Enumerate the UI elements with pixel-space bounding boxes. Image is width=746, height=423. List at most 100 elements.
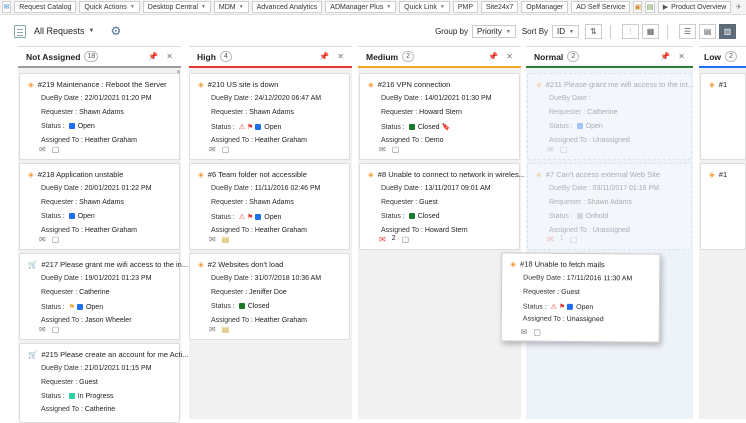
desktop-central-button[interactable]: Desktop Central ▼ (142, 1, 211, 13)
group-by-select[interactable]: Priority ▼ (471, 25, 516, 38)
note-icon[interactable]: ▢ (560, 145, 568, 154)
request-title[interactable]: #18 Unable to fetch mails (520, 259, 605, 269)
pin-icon[interactable]: 📌 (148, 52, 158, 61)
pmp-button[interactable]: PMP (452, 1, 478, 13)
grid-layout-button[interactable]: ▤ (699, 24, 716, 39)
mail-icon[interactable]: ✉ (379, 235, 386, 244)
chevron-down-icon: ▼ (505, 28, 511, 35)
request-title[interactable]: #2 Websites don't load (208, 260, 284, 269)
note-icon[interactable]: ▢ (533, 328, 541, 337)
request-card-18-dragging[interactable]: ◈ #18 Unable to fetch mails DueBy Date : … (500, 252, 661, 343)
request-card-211[interactable]: ◈ #211 Please grant me wifi access to the… (527, 73, 694, 160)
mail-icon[interactable]: ✉ (547, 235, 554, 244)
mail-icon[interactable]: ✉ (39, 325, 46, 334)
assigned-value: Demo (424, 137, 444, 144)
close-icon[interactable]: ✕ (506, 52, 513, 61)
opmanager-button[interactable]: OpManager (521, 1, 569, 13)
requester-label: Requester : (41, 199, 80, 206)
quick-link-button[interactable]: Quick Link ▼ (399, 1, 450, 13)
request-title[interactable]: #211 Please grant me wifi access to the … (546, 80, 694, 89)
pin-icon[interactable]: 📌 (488, 52, 498, 61)
requester-label: Requester : (41, 379, 80, 386)
request-card-216[interactable]: ◈ #216 VPN connection DueBy Date : 14/01/… (359, 73, 520, 160)
chevron-down-icon[interactable]: ▼ (89, 28, 95, 34)
mail-icon[interactable]: ✉ (521, 327, 528, 336)
mail-count: 1 (559, 235, 564, 242)
close-icon[interactable]: ✕ (166, 52, 173, 61)
status-label: Status : (381, 213, 407, 220)
quick-actions-button[interactable]: Quick Actions ▼ (79, 1, 140, 13)
ticket-icon: ◈ (28, 80, 34, 89)
pin-icon[interactable]: 📌 (319, 52, 329, 61)
request-title[interactable]: #7 Can't access external Web Site (546, 170, 660, 179)
note-icon[interactable]: ▤ (222, 235, 230, 244)
close-icon[interactable]: ✕ (337, 52, 344, 61)
sort-by-select[interactable]: ID ▼ (552, 25, 579, 38)
request-title[interactable]: #218 Application unstable (38, 170, 124, 179)
mail-icon[interactable]: ✉ (39, 235, 46, 244)
kanban-settings-icon[interactable]: ⚙ (110, 24, 121, 38)
announcement-icon[interactable]: ✈ (734, 1, 743, 13)
product-overview-button[interactable]: ▶ Product Overview (657, 1, 732, 13)
close-icon[interactable]: ✕ (678, 52, 685, 61)
column-settings-icon[interactable]: ▦ (642, 24, 659, 39)
mail-icon[interactable]: ✉ (39, 145, 46, 154)
note-icon[interactable]: ▢ (52, 145, 60, 154)
request-title[interactable]: #8 Unable to connect to network in wirel… (378, 170, 525, 179)
sort-order-button[interactable]: ⇅ (585, 24, 602, 39)
request-title[interactable]: #217 Please grant me wifi access to the … (41, 260, 188, 269)
note-icon[interactable]: ▢ (222, 145, 230, 154)
request-title[interactable]: #215 Please create an account for me Act… (41, 350, 188, 359)
image-icon[interactable]: ▤ (645, 1, 655, 13)
advanced-analytics-button[interactable]: Advanced Analytics (251, 1, 323, 13)
request-card-6[interactable]: ◈ #6 Team folder not accessible DueBy Dat… (189, 163, 350, 250)
admanager-plus-label: ADManager Plus (330, 3, 384, 11)
mail-icon[interactable]: ✉ (379, 145, 386, 154)
request-title[interactable]: #6 Team folder not accessible (208, 170, 307, 179)
mail-icon[interactable]: ✉ (209, 145, 216, 154)
kanban-layout-button[interactable]: ▥ (719, 24, 736, 39)
request-title[interactable]: #1 (719, 170, 727, 179)
filter-settings-icon[interactable]: ⫶ (622, 24, 639, 39)
request-card-215[interactable]: 🛒 #215 Please create an account for me Ac… (19, 343, 189, 423)
list-view-icon[interactable] (14, 24, 26, 38)
admanager-plus-button[interactable]: ADManager Plus ▼ (325, 1, 397, 13)
mdm-button[interactable]: MDM ▼ (213, 1, 249, 13)
request-card-8[interactable]: ◈ #8 Unable to connect to network in wire… (359, 163, 525, 250)
ad-self-service-button[interactable]: AD Self Service (571, 1, 631, 13)
requester-label: Requester : (211, 199, 250, 206)
request-card-210[interactable]: ◈ #210 US site is down DueBy Date : 24/12… (189, 73, 350, 160)
filter-dropdown[interactable]: All Requests (34, 26, 85, 36)
request-card-7[interactable]: ◈ #7 Can't access external Web Site DueBy… (527, 163, 692, 250)
note-icon[interactable]: ▢ (570, 235, 578, 244)
note-icon[interactable]: ▢ (392, 145, 400, 154)
pin-icon[interactable]: 📌 (660, 52, 670, 61)
request-title[interactable]: #1 (719, 80, 727, 89)
request-card-217[interactable]: 🛒 #217 Please grant me wifi access to the… (19, 253, 188, 340)
request-title[interactable]: #216 VPN connection (378, 80, 451, 89)
request-title[interactable]: #210 US site is down (208, 80, 278, 89)
due-value: 14/01/2021 01:30 PM (424, 95, 492, 102)
request-card-low-1[interactable]: ◈ #1 (700, 73, 746, 160)
status-label: Status : (41, 304, 67, 311)
site24x7-button[interactable]: Site24x7 (480, 1, 519, 13)
ticket-icon: ◈ (368, 80, 374, 89)
request-card-low-2[interactable]: ◈ #1 (700, 163, 746, 250)
contact-icon[interactable]: ▣ (633, 1, 643, 13)
status-onhold-icon (576, 213, 583, 219)
mail-icon[interactable]: ✉ (547, 145, 554, 154)
note-icon[interactable]: ▤ (222, 325, 230, 334)
mail-icon[interactable]: ✉ (209, 235, 216, 244)
request-title[interactable]: #219 Maintenance : Reboot the Server (38, 80, 167, 89)
note-icon[interactable]: ▢ (52, 325, 60, 334)
note-icon[interactable]: ▢ (402, 235, 410, 244)
new-request-icon[interactable]: ✉ (2, 1, 12, 13)
note-icon[interactable]: ▢ (52, 235, 60, 244)
list-layout-button[interactable]: ☰ (679, 24, 696, 39)
request-card-2[interactable]: ◈ #2 Websites don't load DueBy Date : 31/… (189, 253, 350, 340)
mail-icon[interactable]: ✉ (209, 325, 216, 334)
request-card-218[interactable]: ◈ #218 Application unstable DueBy Date : … (19, 163, 180, 250)
request-card-219[interactable]: ◈ #219 Maintenance : Reboot the Server Du… (19, 73, 180, 160)
due-value: 19/01/2021 01:23 PM (84, 275, 152, 282)
request-catalog-button[interactable]: Request Catalog (14, 1, 77, 13)
